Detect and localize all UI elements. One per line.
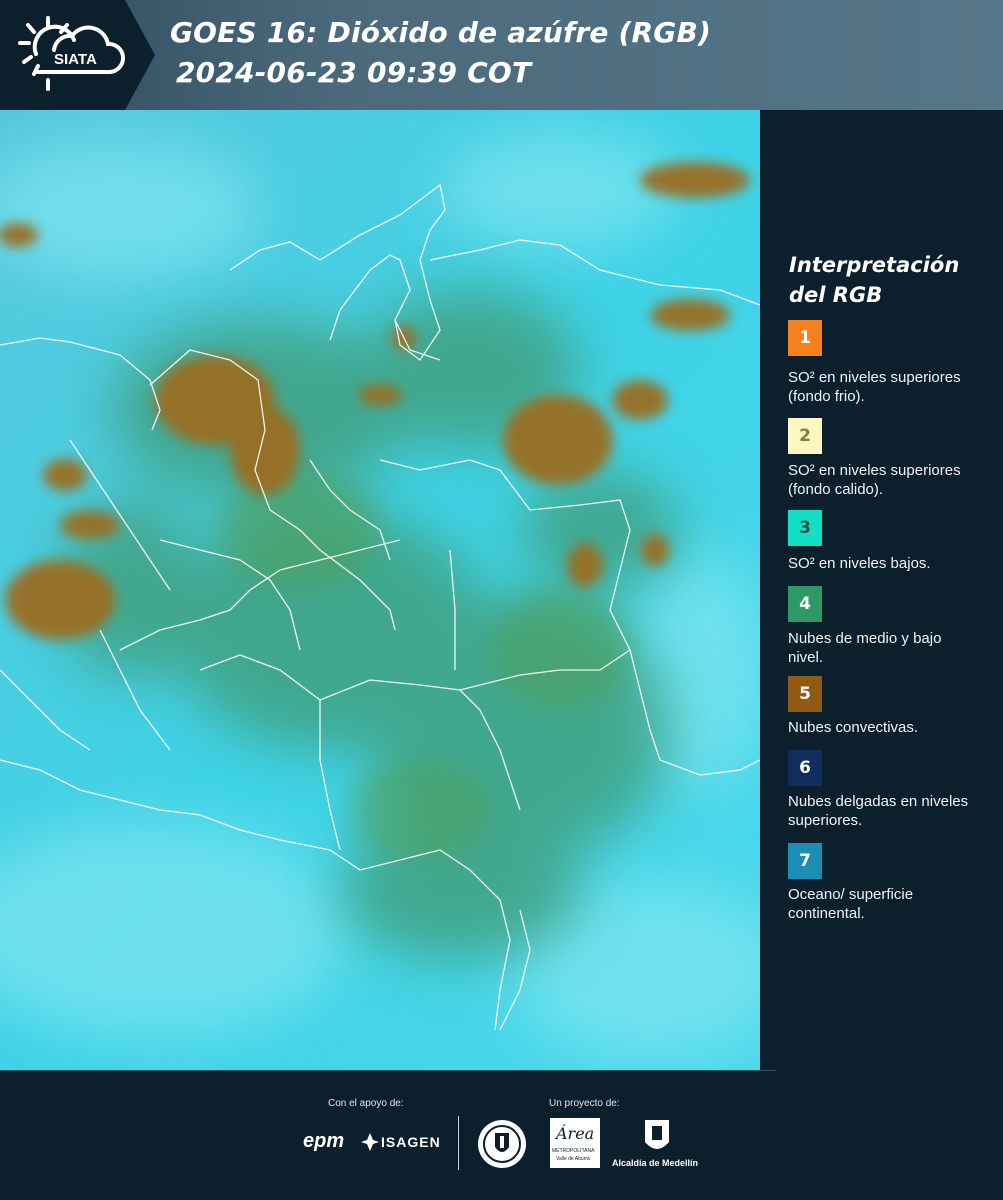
siata-logo: SIATA [0, 0, 155, 110]
logo-text: SIATA [54, 51, 97, 68]
legend-label-4: Nubes de medio y bajo nivel. [788, 630, 942, 666]
legend-swatch-1: 1 [788, 320, 822, 356]
footer-divider [0, 1070, 776, 1071]
header: SIATA GOES 16: Dióxido de azúfre (RGB) 2… [0, 0, 1003, 110]
legend-title: Interpretación del RGB [789, 253, 960, 307]
legend-swatch-7: 7 [788, 843, 822, 879]
legend-label-2: SO² en niveles superiores (fondo calido)… [788, 462, 961, 498]
isagen-logo: ISAGEN [381, 1134, 441, 1150]
footer-separator [458, 1116, 459, 1170]
isagen-logo-icon [361, 1133, 379, 1151]
area-logo-sub1: METROPOLITANA [552, 1148, 595, 1154]
legend-label-7: Oceano/ superficie continental. [788, 886, 914, 922]
alcaldia-shield-icon [645, 1120, 669, 1149]
page-subtitle-timestamp: 2024-06-23 09:39 COT [176, 56, 532, 89]
support-label: Con el apoyo de: [328, 1098, 404, 1109]
legend-swatch-2: 2 [788, 418, 822, 454]
alcaldia-label: Alcaldía de Medellín [612, 1158, 699, 1168]
legend-label-1: SO² en niveles superiores (fondo frio). [788, 369, 961, 405]
area-logo-text: Área [556, 1124, 595, 1143]
legend-swatch-4: 4 [788, 586, 822, 622]
legend-label-5: Nubes convectivas. [788, 719, 919, 736]
epm-logo: epm [303, 1130, 345, 1152]
area-metropolitana-logo: Área METROPOLITANA Valle de Aburrá [550, 1118, 600, 1168]
legend-swatch-6: 6 [788, 750, 822, 786]
legend-swatch-5: 5 [788, 676, 822, 712]
footer: Con el apoyo de: Un proyecto de: epm ISA… [0, 1070, 1003, 1200]
page-title: GOES 16: Dióxido de azúfre (RGB) [170, 16, 712, 49]
legend-label-6: Nubes delgadas en niveles superiores. [788, 793, 969, 829]
satellite-map-svg [0, 110, 760, 1070]
legend-label-3: SO² en niveles bajos. [788, 555, 931, 572]
satellite-map[interactable] [0, 110, 760, 1070]
legend-panel: Interpretación del RGB 1 SO² en niveles s… [760, 110, 1003, 1070]
sun-cloud-logo-icon: SIATA [18, 16, 126, 91]
legend-swatch-3: 3 [788, 510, 822, 546]
area-logo-sub2: Valle de Aburrá [556, 1156, 590, 1162]
medellin-seal-icon [478, 1120, 526, 1168]
project-label: Un proyecto de: [549, 1098, 620, 1109]
